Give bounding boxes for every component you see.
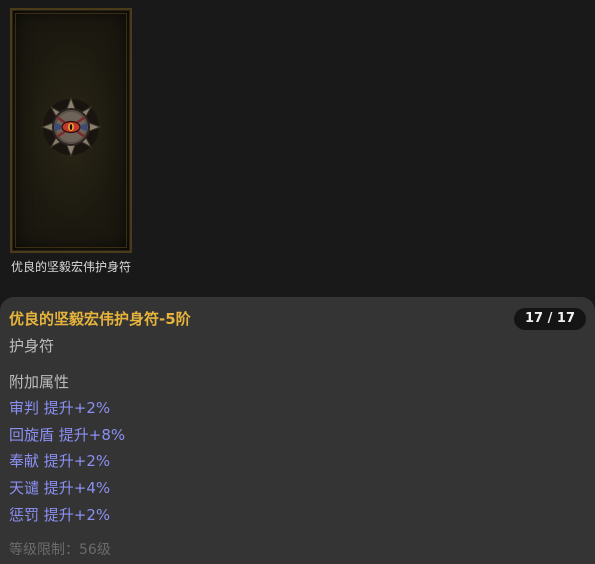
item-type: 护身符 xyxy=(9,337,55,355)
level-requirement: 等级限制：56级 xyxy=(9,542,111,558)
item-slot-frame[interactable] xyxy=(10,8,132,253)
attribute-line: 回旋盾 提升+8% xyxy=(9,425,126,444)
item-title: 优良的坚毅宏伟护身符-5阶 xyxy=(9,310,191,328)
attribute-line: 审判 提升+2% xyxy=(9,399,111,417)
attribute-line: 奉献 提升+2% xyxy=(9,452,111,471)
item-tooltip: 优良的坚毅宏伟护身符-5阶 17 / 17 护身符 附加属性 审判 提升+2% … xyxy=(0,297,595,564)
item-card[interactable]: 优良的坚毅宏伟护身符 xyxy=(0,0,146,296)
attribute-line: 天谴 提升+4% xyxy=(9,479,111,498)
attributes-heading: 附加属性 xyxy=(9,373,70,391)
attribute-list: 审判 提升+2% 回旋盾 提升+8% 奉献 提升+2% 天谴 提升+4% 惩罚 … xyxy=(9,398,125,531)
count-badge: 17 / 17 xyxy=(514,308,586,330)
amulet-icon xyxy=(40,96,102,158)
item-caption: 优良的坚毅宏伟护身符 xyxy=(10,260,131,274)
attribute-line: 惩罚 提升+2% xyxy=(9,505,111,524)
